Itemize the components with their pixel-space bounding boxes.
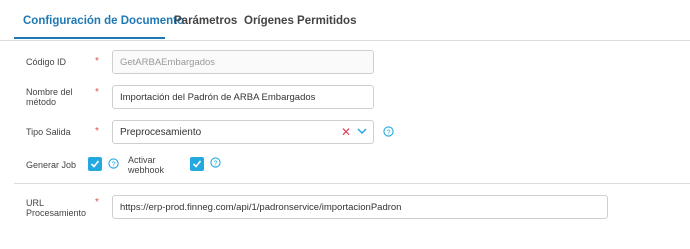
activar-webhook-checkbox[interactable] bbox=[190, 157, 204, 171]
tab-bar: Configuración de Documento Parámetros Or… bbox=[0, 0, 690, 41]
nombre-metodo-input[interactable] bbox=[112, 85, 374, 109]
required-marker: * bbox=[95, 197, 99, 208]
activar-webhook-label: Activar webhook bbox=[128, 155, 164, 175]
required-marker: * bbox=[95, 87, 99, 98]
nombre-metodo-label-line2: método bbox=[26, 97, 57, 107]
nombre-metodo-label: Nombre del método bbox=[26, 87, 73, 107]
help-icon[interactable]: ? bbox=[108, 158, 119, 169]
required-marker: * bbox=[95, 56, 99, 67]
activar-webhook-label-line2: webhook bbox=[128, 165, 165, 175]
tipo-salida-label: Tipo Salida bbox=[26, 127, 71, 137]
svg-text:?: ? bbox=[386, 127, 390, 136]
tab-origenes-permitidos[interactable]: Orígenes Permitidos bbox=[244, 15, 356, 27]
chevron-down-icon[interactable] bbox=[357, 128, 367, 134]
tab-parametros[interactable]: Parámetros bbox=[174, 15, 237, 27]
help-icon[interactable]: ? bbox=[383, 126, 394, 137]
activar-webhook-label-line1: Activar bbox=[128, 155, 156, 165]
section-divider bbox=[14, 183, 690, 184]
help-icon[interactable]: ? bbox=[210, 157, 221, 168]
codigo-id-label: Código ID bbox=[26, 57, 67, 67]
url-procesamiento-label: URL Procesamiento bbox=[26, 198, 86, 218]
check-icon bbox=[192, 160, 202, 168]
url-procesamiento-input[interactable] bbox=[112, 195, 608, 219]
generar-job-checkbox[interactable] bbox=[88, 157, 102, 171]
tipo-salida-select[interactable]: Preprocesamiento ✕ bbox=[112, 120, 374, 144]
active-tab-indicator bbox=[14, 37, 165, 39]
nombre-metodo-label-line1: Nombre del bbox=[26, 87, 73, 97]
generar-job-label: Generar Job bbox=[26, 160, 77, 170]
check-icon bbox=[90, 160, 100, 168]
svg-text:?: ? bbox=[111, 159, 115, 168]
url-procesamiento-label-line1: URL bbox=[26, 198, 45, 208]
codigo-id-input[interactable] bbox=[112, 50, 374, 74]
tab-configuracion-documento[interactable]: Configuración de Documento bbox=[23, 15, 184, 27]
tipo-salida-value: Preprocesamiento bbox=[120, 127, 202, 138]
required-marker: * bbox=[95, 126, 99, 137]
clear-icon[interactable]: ✕ bbox=[341, 125, 351, 139]
url-procesamiento-label-line2: Procesamiento bbox=[26, 208, 87, 218]
svg-text:?: ? bbox=[213, 158, 217, 167]
